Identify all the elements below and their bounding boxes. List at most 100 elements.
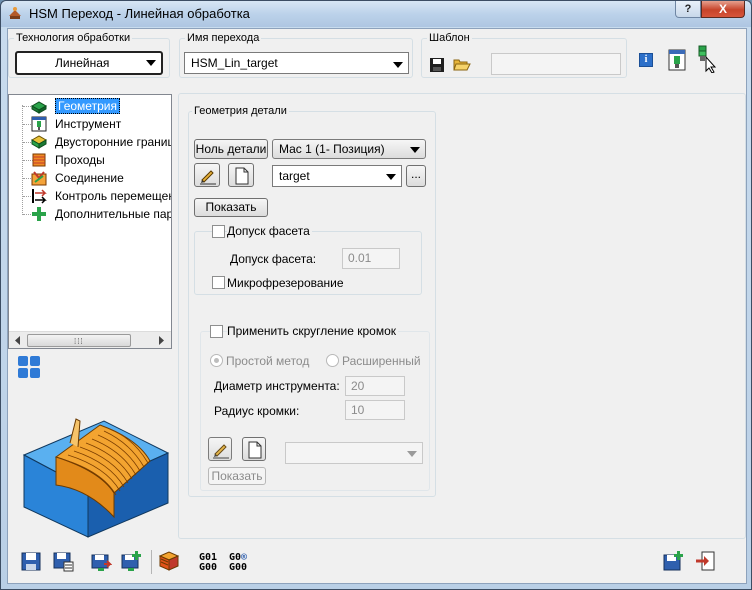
- edit-geometry-button[interactable]: [194, 163, 220, 187]
- facet-tolerance-input[interactable]: 0.01: [342, 248, 400, 269]
- pencil-icon: [200, 170, 216, 185]
- tool-diameter-label: Диаметр инструмента:: [214, 379, 340, 393]
- gcode-line: G00: [199, 562, 218, 573]
- operation-name-value: HSM_Lin_target: [191, 56, 278, 70]
- micro-milling-checkbox[interactable]: [212, 276, 225, 289]
- facet-tolerance-check-label: Допуск фасета: [227, 224, 312, 238]
- chevron-down-icon: [393, 62, 403, 68]
- new-geometry-button[interactable]: [228, 163, 254, 187]
- calculate-add-icon[interactable]: [120, 550, 142, 572]
- chevron-down-icon: [146, 60, 156, 66]
- edge-rounding-check-label: Применить скругление кромок: [227, 324, 399, 338]
- target-select-value: target: [279, 169, 310, 183]
- tree-item-tool[interactable]: Инструмент: [17, 115, 171, 133]
- operation-name-label: Имя перехода: [185, 32, 262, 44]
- boundaries-icon: [31, 135, 47, 149]
- tree-item-motion-control[interactable]: Контроль перемещений: [17, 187, 171, 205]
- edge-rounding-checkbox[interactable]: [210, 325, 223, 338]
- help-button[interactable]: ?: [675, 1, 701, 18]
- tree-item-label: Соединение: [55, 171, 124, 185]
- tool-window-icon[interactable]: [668, 49, 686, 71]
- open-folder-icon[interactable]: [453, 56, 471, 72]
- facet-tolerance-checkbox[interactable]: [212, 225, 225, 238]
- edit-rounding-button[interactable]: [208, 437, 232, 461]
- technology-select-value: Линейная: [55, 56, 110, 70]
- simple-method-radio[interactable]: [210, 354, 223, 367]
- save-icon[interactable]: [20, 550, 42, 572]
- tree-item-label: Проходы: [55, 153, 105, 167]
- tree-item-add-params[interactable]: Дополнительные параметры: [17, 205, 171, 223]
- template-input[interactable]: [491, 53, 621, 75]
- operation-name-combo[interactable]: HSM_Lin_target: [184, 52, 409, 74]
- tree-item-passes[interactable]: Проходы: [17, 151, 171, 169]
- mac-select-value: Мас 1 (1- Позиция): [279, 142, 385, 156]
- tree-item-boundaries[interactable]: Двусторонние границы: [17, 133, 172, 151]
- show-geometry-button[interactable]: Показать: [194, 198, 268, 217]
- show-rounding-button[interactable]: Показать: [208, 467, 266, 485]
- title-bar[interactable]: HSM Переход - Линейная обработка ? X: [1, 1, 751, 27]
- settings-tree[interactable]: Геометрия Инструмент Двусторонние границ…: [8, 94, 172, 349]
- tree-item-label: Контроль перемещений: [55, 189, 171, 203]
- scrollbar-thumb[interactable]: ⁞⁞⁞: [27, 334, 131, 347]
- link-icon: [31, 171, 47, 186]
- tool-diameter-input[interactable]: 20: [345, 376, 405, 396]
- rounding-geometry-select[interactable]: [285, 442, 423, 464]
- save-template-icon[interactable]: [429, 57, 445, 73]
- pencil-icon: [213, 444, 229, 459]
- calculate-icon[interactable]: [90, 550, 112, 572]
- dialog-client-area: Технология обработки Линейная Имя перехо…: [7, 28, 747, 584]
- gcode-line: G00: [229, 562, 248, 573]
- part-geometry-label: Геометрия детали: [192, 105, 289, 117]
- window-title: HSM Переход - Линейная обработка: [29, 6, 250, 21]
- target-select[interactable]: target: [272, 165, 402, 187]
- scroll-right-icon[interactable]: [153, 333, 169, 348]
- simple-method-label: Простой метод: [226, 354, 310, 368]
- simulate-icon[interactable]: [158, 550, 180, 572]
- technology-group-label: Технология обработки: [14, 32, 133, 44]
- tree-horizontal-scrollbar[interactable]: ⁞⁞⁞: [9, 331, 171, 348]
- tree-item-label: Геометрия: [55, 98, 120, 114]
- new-document-icon: [248, 441, 262, 459]
- toolbar-separator: [151, 550, 152, 574]
- exit-icon[interactable]: [694, 550, 716, 572]
- save-as-icon[interactable]: [52, 550, 74, 572]
- chevron-down-icon: [410, 147, 420, 153]
- tree-item-geometry[interactable]: Геометрия: [17, 97, 171, 115]
- app-icon: [9, 7, 21, 19]
- mac-select[interactable]: Мас 1 (1- Позиция): [272, 139, 426, 159]
- chevron-down-icon: [407, 451, 417, 457]
- chevron-down-icon: [386, 174, 396, 180]
- browse-button[interactable]: ...: [406, 165, 426, 187]
- extended-method-radio[interactable]: [326, 354, 339, 367]
- edge-radius-label: Радиус кромки:: [214, 404, 300, 418]
- edge-radius-input[interactable]: 10: [345, 400, 405, 420]
- gcode-button-1[interactable]: G01 G00: [199, 553, 217, 573]
- tool-pointer-icon[interactable]: [695, 45, 721, 73]
- view-layout-icon[interactable]: [17, 355, 41, 379]
- facet-tolerance-label: Допуск фасета:: [230, 252, 317, 266]
- info-icon[interactable]: i: [639, 53, 653, 67]
- gcode-button-2[interactable]: G0® G00: [229, 553, 247, 573]
- tree-item-label: Дополнительные параметры: [55, 207, 171, 221]
- technology-select[interactable]: Линейная: [15, 51, 163, 75]
- new-rounding-button[interactable]: [242, 437, 266, 461]
- tree-item-label: Инструмент: [55, 117, 122, 131]
- tree-item-label: Двусторонние границы: [55, 135, 172, 149]
- geometry-preview-image: [22, 418, 170, 538]
- tool-icon: [31, 116, 47, 132]
- new-document-icon: [235, 167, 249, 185]
- motion-control-icon: [32, 189, 47, 204]
- template-label: Шаблон: [427, 32, 472, 44]
- part-zero-button[interactable]: Ноль детали: [194, 139, 268, 159]
- close-button[interactable]: X: [701, 1, 745, 18]
- extended-method-label: Расширенный: [342, 354, 421, 368]
- tree-item-link[interactable]: Соединение: [17, 169, 171, 187]
- application-window: HSM Переход - Линейная обработка ? X Тех…: [0, 0, 752, 590]
- micro-milling-label: Микрофрезерование: [227, 276, 344, 290]
- save-add-icon[interactable]: [662, 550, 684, 572]
- grip-icon: ⁞⁞⁞: [74, 337, 84, 346]
- scroll-left-icon[interactable]: [10, 333, 26, 348]
- passes-icon: [32, 153, 46, 167]
- plus-icon: [32, 207, 46, 221]
- geometry-icon: [31, 101, 47, 114]
